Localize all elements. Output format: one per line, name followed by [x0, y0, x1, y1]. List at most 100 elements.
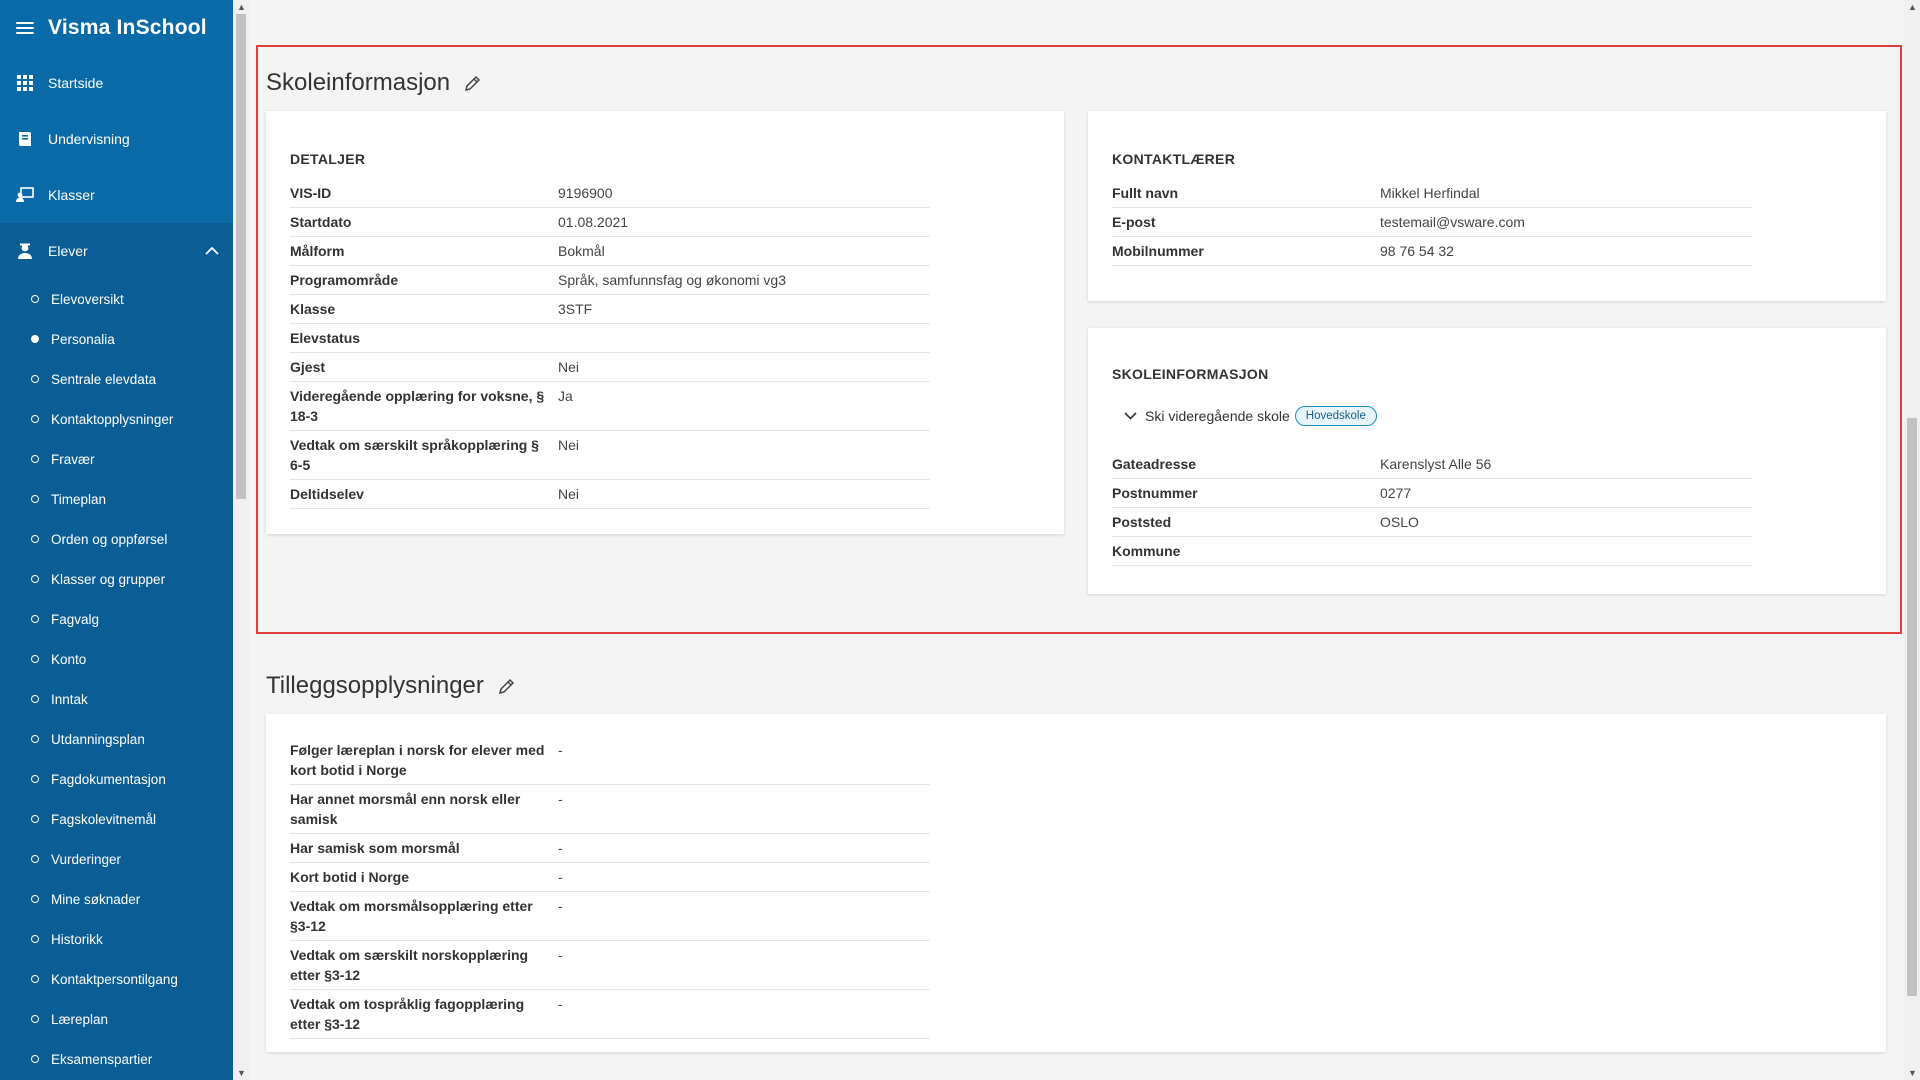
pencil-edit-icon[interactable] — [464, 75, 481, 92]
sidebar-item-eksamenspartier[interactable]: Eksamenspartier — [0, 1039, 233, 1079]
sidebar-group-elever[interactable]: Elever — [0, 223, 233, 279]
sidebar-item-utdanningsplan[interactable]: Utdanningsplan — [0, 719, 233, 759]
row-key: Deltidselev — [290, 486, 364, 502]
sidebar-item-klasser[interactable]: Klasser — [0, 167, 233, 223]
school-expander[interactable]: Ski videregående skole Hovedskole — [1124, 406, 1377, 426]
sidebar-item-label: Fagvalg — [51, 611, 100, 627]
sidebar-item-fravaer[interactable]: Fravær — [0, 439, 233, 479]
row-value: Mikkel Herfindal — [1380, 185, 1480, 201]
row-value: 9196900 — [558, 185, 613, 201]
sidebar-item-label: Konto — [51, 651, 87, 667]
table-row: VIS-ID 9196900 — [290, 179, 930, 208]
sidebar-item-klasser-og-grupper[interactable]: Klasser og grupper — [0, 559, 233, 599]
app-title[interactable]: Visma InSchool — [48, 16, 207, 40]
row-key: Programområde — [290, 272, 399, 288]
sidebar-item-undervisning[interactable]: Undervisning — [0, 111, 233, 167]
school-info-card: SKOLEINFORMASJON Ski videregående skole … — [1088, 328, 1886, 594]
book-icon — [16, 130, 34, 148]
sidebar-item-label: Vurderinger — [51, 851, 122, 867]
table-row: Deltidselev Nei — [290, 480, 930, 509]
sidebar-item-laereplan[interactable]: Læreplan — [0, 999, 233, 1039]
skoleinformasjon-section-title: Skoleinformasjon — [266, 69, 481, 97]
sidebar-item-label: Mine søknader — [51, 891, 141, 907]
sidebar-item-kontaktpersontilgang[interactable]: Kontaktpersontilgang — [0, 959, 233, 999]
row-key: Klasse — [290, 301, 336, 317]
row-value: Bokmål — [558, 243, 605, 259]
scroll-down-arrow-icon[interactable]: ▼ — [237, 1068, 246, 1078]
sidebar-header: Visma InSchool — [0, 0, 233, 55]
table-row: Videregående opplæring for voksne, § 18-… — [290, 382, 930, 431]
row-value: - — [558, 742, 563, 758]
row-value: 01.08.2021 — [558, 214, 629, 230]
row-value: - — [558, 791, 563, 807]
circle-icon — [31, 455, 39, 463]
sidebar-item-inntak[interactable]: Inntak — [0, 679, 233, 719]
chevron-down-icon[interactable] — [1124, 412, 1137, 420]
sidebar-item-timeplan[interactable]: Timeplan — [0, 479, 233, 519]
sidebar-item-historikk[interactable]: Historikk — [0, 919, 233, 959]
circle-icon — [31, 535, 39, 543]
circle-icon — [31, 975, 39, 983]
hamburger-menu-icon[interactable] — [16, 19, 34, 37]
circle-icon — [31, 1055, 39, 1063]
row-value[interactable]: testemail@vsware.com — [1380, 212, 1752, 232]
scroll-up-arrow-icon[interactable]: ▲ — [237, 2, 246, 12]
sidebar-submenu: Elevoversikt Personalia Sentrale elevdat… — [0, 279, 233, 1080]
table-row: Fullt navn Mikkel Herfindal — [1112, 179, 1752, 208]
sidebar-item-personalia[interactable]: Personalia — [0, 319, 233, 359]
sidebar-item-mine-soknader[interactable]: Mine søknader — [0, 879, 233, 919]
circle-icon — [31, 495, 39, 503]
sidebar-item-label: Kontaktopplysninger — [51, 411, 174, 427]
circle-icon — [31, 655, 39, 663]
sidebar-scrollbar-thumb[interactable] — [236, 14, 246, 499]
sidebar-item-label: Fagskolevitnemål — [51, 811, 157, 827]
pencil-edit-icon[interactable] — [498, 678, 515, 695]
circle-icon — [31, 815, 39, 823]
table-row: Elevstatus — [290, 324, 930, 353]
section-title-text: Tilleggsopplysninger — [266, 672, 484, 699]
sidebar-item-fagskolevitnemal[interactable]: Fagskolevitnemål — [0, 799, 233, 839]
scroll-down-arrow-icon[interactable]: ▼ — [1908, 1068, 1917, 1078]
row-value: - — [558, 996, 563, 1012]
chevron-up-icon[interactable] — [205, 242, 219, 258]
sidebar-item-label: Læreplan — [51, 1011, 109, 1027]
row-key: Målform — [290, 243, 345, 259]
row-value — [1380, 541, 1752, 561]
table-row: Programområde Språk, samfunnsfag og økono… — [290, 266, 930, 295]
main-scrollbar-thumb[interactable] — [1907, 418, 1917, 996]
row-key: Vedtak om særskilt språkopplæring § 6-5 — [290, 437, 539, 473]
main-scrollbar[interactable]: ▲ ▼ — [1904, 0, 1920, 1080]
sidebar-item-startside[interactable]: Startside — [0, 55, 233, 111]
row-key: Videregående opplæring for voksne, § 18-… — [290, 388, 545, 424]
row-value: Ja — [558, 388, 573, 404]
table-row: Klasse 3STF — [290, 295, 930, 324]
circle-icon — [31, 855, 39, 863]
table-row: Startdato 01.08.2021 — [290, 208, 930, 237]
circle-icon — [31, 375, 39, 383]
sidebar-scrollbar[interactable]: ▲ ▼ — [233, 0, 249, 1080]
sidebar-item-sentrale-elevdata[interactable]: Sentrale elevdata — [0, 359, 233, 399]
row-value — [558, 328, 930, 348]
section-title-text: Skoleinformasjon — [266, 69, 451, 96]
row-key: Gjest — [290, 359, 326, 375]
sidebar-item-elevoversikt[interactable]: Elevoversikt — [0, 279, 233, 319]
circle-icon — [31, 695, 39, 703]
sidebar-item-label: Historikk — [51, 931, 103, 947]
table-row: Gateadresse Karenslyst Alle 56 — [1112, 450, 1752, 479]
sidebar-item-label: Eksamenspartier — [51, 1051, 153, 1067]
row-key: Elevstatus — [290, 330, 361, 346]
sidebar-item-fagvalg[interactable]: Fagvalg — [0, 599, 233, 639]
sidebar: Visma InSchool Startside Undervisning Kl… — [0, 0, 233, 1080]
sidebar-item-konto[interactable]: Konto — [0, 639, 233, 679]
details-table: VIS-ID 9196900 Startdato 01.08.2021 Målfor… — [290, 179, 930, 509]
row-key: Startdato — [290, 214, 352, 230]
sidebar-item-vurderinger[interactable]: Vurderinger — [0, 839, 233, 879]
sidebar-item-kontaktopplysninger[interactable]: Kontaktopplysninger — [0, 399, 233, 439]
scroll-up-arrow-icon[interactable]: ▲ — [1908, 2, 1917, 12]
sidebar-item-orden-og-oppforsel[interactable]: Orden og oppførsel — [0, 519, 233, 559]
table-row: Målform Bokmål — [290, 237, 930, 266]
sidebar-item-label: Fravær — [51, 451, 95, 467]
table-row: Har samisk som morsmål - — [290, 834, 930, 863]
sidebar-item-fagdokumentasjon[interactable]: Fagdokumentasjon — [0, 759, 233, 799]
card-heading: SKOLEINFORMASJON — [1112, 366, 1269, 382]
